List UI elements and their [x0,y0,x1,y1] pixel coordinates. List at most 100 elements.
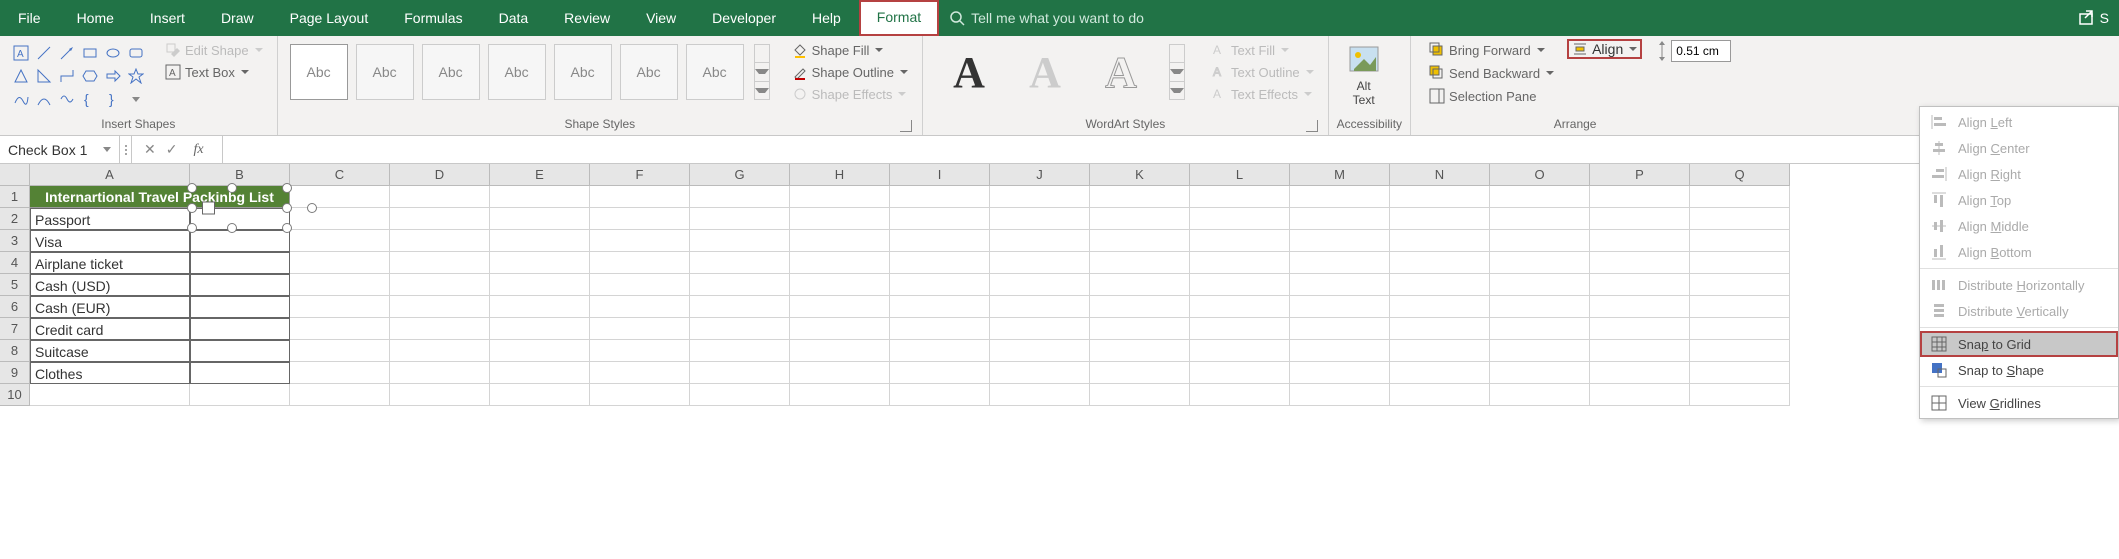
rowhdr-7[interactable]: 7 [0,318,30,340]
cell[interactable] [1690,274,1790,296]
cell[interactable] [590,186,690,208]
cell[interactable] [890,208,990,230]
cell[interactable] [890,318,990,340]
cell[interactable] [290,230,390,252]
mi-align-center[interactable]: Align Center [1920,135,2118,161]
tab-view[interactable]: View [628,0,694,36]
mi-align-right[interactable]: Align Right [1920,161,2118,187]
cell[interactable] [990,186,1090,208]
cell[interactable] [1390,340,1490,362]
share-button[interactable]: S [2068,0,2119,36]
cell[interactable] [1290,186,1390,208]
bring-forward-button[interactable]: Bring Forward [1423,40,1560,60]
shapes-gallery[interactable]: A { } [8,40,149,112]
shape-oval-icon[interactable] [102,42,124,64]
rowhdr-3[interactable]: 3 [0,230,30,252]
cell[interactable] [1690,208,1790,230]
cell[interactable] [390,318,490,340]
shape-star-icon[interactable] [125,65,147,87]
cell[interactable] [1490,318,1590,340]
cell[interactable] [30,384,190,406]
cell[interactable] [590,208,690,230]
cell[interactable] [1190,296,1290,318]
cell[interactable] [190,384,290,406]
colhdr-d[interactable]: D [390,164,490,186]
shape-style-gallery[interactable]: Abc Abc Abc Abc Abc Abc Abc [286,40,774,104]
mi-view-gridlines[interactable]: View Gridlines [1920,390,2118,416]
cell[interactable] [390,186,490,208]
cell[interactable] [1590,252,1690,274]
tab-insert[interactable]: Insert [132,0,203,36]
tab-home[interactable]: Home [59,0,132,36]
cell[interactable] [990,208,1090,230]
cell[interactable] [1290,384,1390,406]
cell[interactable] [390,208,490,230]
fx-label[interactable]: fx [187,142,209,158]
cell[interactable] [590,318,690,340]
colhdr-p[interactable]: P [1590,164,1690,186]
shape-elbow-icon[interactable] [56,65,78,87]
cell[interactable] [790,296,890,318]
cell[interactable] [1290,362,1390,384]
cell[interactable] [290,274,390,296]
cell[interactable] [1390,362,1490,384]
cell[interactable] [990,362,1090,384]
cell-b9[interactable] [190,362,290,384]
cell[interactable] [490,252,590,274]
cell[interactable] [1490,208,1590,230]
tab-file[interactable]: File [0,0,59,36]
cell[interactable] [1390,384,1490,406]
cell-a8[interactable]: Suitcase [30,340,190,362]
shape-hexagon-icon[interactable] [79,65,101,87]
cell[interactable] [390,296,490,318]
text-outline-button[interactable]: A Text Outline [1205,62,1320,82]
cell[interactable] [290,362,390,384]
cell[interactable] [690,252,790,274]
colhdr-l[interactable]: L [1190,164,1290,186]
shape-fill-button[interactable]: Shape Fill [786,40,914,60]
style-swatch-7[interactable]: Abc [686,44,744,100]
cell[interactable] [290,252,390,274]
cell[interactable] [490,230,590,252]
cell[interactable] [1290,296,1390,318]
cell[interactable] [1590,186,1690,208]
cell[interactable] [890,362,990,384]
tab-developer[interactable]: Developer [694,0,794,36]
selection-pane-button[interactable]: Selection Pane [1423,86,1560,106]
cell-a2[interactable]: Passport [30,208,190,230]
shape-line-icon[interactable] [33,42,55,64]
rowhdr-9[interactable]: 9 [0,362,30,384]
cell[interactable] [1390,208,1490,230]
tab-formulas[interactable]: Formulas [386,0,480,36]
cell[interactable] [1290,230,1390,252]
cell[interactable] [490,318,590,340]
cell[interactable] [290,296,390,318]
cell[interactable] [490,340,590,362]
cell[interactable] [590,362,690,384]
rowhdr-10[interactable]: 10 [0,384,30,406]
cell-b3[interactable] [190,230,290,252]
shape-outline-button[interactable]: Shape Outline [786,62,914,82]
cell[interactable] [890,274,990,296]
cell[interactable] [1390,274,1490,296]
checkbox-shape[interactable] [192,188,312,228]
cell[interactable] [690,384,790,406]
cell[interactable] [1390,318,1490,340]
colhdr-n[interactable]: N [1390,164,1490,186]
cell[interactable] [990,296,1090,318]
colhdr-j[interactable]: J [990,164,1090,186]
cell[interactable] [590,252,690,274]
mi-distribute-h[interactable]: Distribute Horizontally [1920,272,2118,298]
cell[interactable] [1090,274,1190,296]
cell-b7[interactable] [190,318,290,340]
cell[interactable] [1190,384,1290,406]
align-button[interactable]: Align [1568,40,1641,58]
tab-help[interactable]: Help [794,0,859,36]
cell[interactable] [1590,340,1690,362]
shape-height-input[interactable] [1671,40,1731,62]
cell[interactable] [890,230,990,252]
cell-a4[interactable]: Airplane ticket [30,252,190,274]
colhdr-f[interactable]: F [590,164,690,186]
text-effects-button[interactable]: A Text Effects [1205,84,1320,104]
cell[interactable] [1490,296,1590,318]
